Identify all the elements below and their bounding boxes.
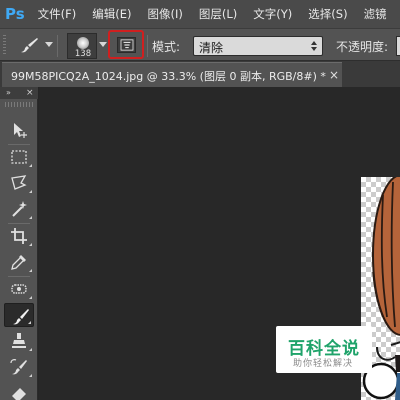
menu-select[interactable]: 选择(S) xyxy=(308,6,347,22)
toolbox-header: » × xyxy=(0,87,38,99)
options-bar-grip[interactable] xyxy=(3,35,6,55)
options-divider xyxy=(57,35,58,57)
crop-tool[interactable] xyxy=(4,224,34,248)
tool-flyout-indicator xyxy=(28,321,31,324)
document-tab-title: 99M58PICQ2A_1024.jpg @ 33.3% (图层 0 副本, R… xyxy=(11,70,326,83)
menu-type[interactable]: 文字(Y) xyxy=(253,6,292,22)
move-tool[interactable] xyxy=(4,118,34,142)
tool-flyout-indicator xyxy=(29,269,32,272)
move-tool-icon xyxy=(14,123,27,138)
menu-layer[interactable]: 图层(L) xyxy=(199,6,237,22)
history-brush-tool[interactable] xyxy=(4,355,34,379)
tool-flyout-indicator xyxy=(29,216,32,219)
eyedropper-tool-icon xyxy=(11,255,26,270)
lasso-tool[interactable] xyxy=(4,171,34,195)
mode-select-value: 清除 xyxy=(199,41,224,55)
magic-wand-tool-icon xyxy=(12,201,27,217)
marquee-tool[interactable] xyxy=(4,145,34,169)
brush-icon xyxy=(21,38,38,53)
marquee-tool-icon xyxy=(11,150,27,164)
tool-flyout-indicator xyxy=(29,190,32,193)
brush-tool-icon xyxy=(13,309,29,325)
select-arrows-icon xyxy=(311,41,317,51)
document-tab-bar: 99M58PICQ2A_1024.jpg @ 33.3% (图层 0 副本, R… xyxy=(0,61,400,87)
tool-preset-picker[interactable] xyxy=(18,36,40,54)
magic-wand-tool[interactable] xyxy=(4,197,34,221)
toolbox: » × xyxy=(0,87,38,400)
mode-select[interactable]: 清除 xyxy=(193,36,323,56)
brush-preset-picker[interactable]: 138 xyxy=(67,33,97,59)
toolbox-grip[interactable] xyxy=(5,102,33,107)
mode-label: 模式: xyxy=(152,40,181,54)
tool-flyout-indicator xyxy=(29,243,32,246)
spot-healing-tool[interactable] xyxy=(4,277,34,301)
photoshop-logo: Ps xyxy=(5,5,25,23)
close-panel-icon[interactable]: × xyxy=(26,87,34,99)
document-tab[interactable]: 99M58PICQ2A_1024.jpg @ 33.3% (图层 0 副本, R… xyxy=(2,62,342,87)
close-tab-icon[interactable]: × xyxy=(329,68,339,82)
collapse-panel-icon[interactable]: » xyxy=(6,87,11,99)
watermark-subtitle: 助你轻松解决 xyxy=(293,359,354,369)
tool-flyout-indicator xyxy=(29,296,32,299)
brush-panel-toggle-button[interactable] xyxy=(108,30,144,59)
brush-panel-icon xyxy=(117,37,136,53)
brush-size-value: 138 xyxy=(74,49,92,59)
clone-stamp-tool-icon xyxy=(12,333,26,348)
tool-flyout-indicator xyxy=(29,348,32,351)
preset-dropdown-arrow-icon[interactable] xyxy=(45,42,53,47)
brush-tip-icon xyxy=(77,37,89,49)
spot-healing-tool-icon xyxy=(11,284,27,294)
menu-bar: Ps 文件(F) 编辑(E) 图像(I) 图层(L) 文字(Y) 选择(S) 滤… xyxy=(0,0,400,28)
options-divider xyxy=(147,35,148,57)
menu-image[interactable]: 图像(I) xyxy=(148,6,183,22)
opacity-input[interactable] xyxy=(396,36,400,56)
brush-tool[interactable] xyxy=(4,303,34,327)
lasso-tool-icon xyxy=(11,175,27,190)
watermark-logo: 百科全说 助你轻松解决 xyxy=(276,326,372,373)
history-brush-tool-icon xyxy=(10,359,27,375)
opacity-label: 不透明度: xyxy=(336,40,389,54)
menu-edit[interactable]: 编辑(E) xyxy=(92,6,131,22)
clone-stamp-tool[interactable] xyxy=(4,329,34,353)
brush-dropdown-arrow-icon[interactable] xyxy=(99,42,107,47)
menu-filter[interactable]: 滤镜 xyxy=(364,6,387,22)
eyedropper-tool[interactable] xyxy=(4,250,34,274)
menu-file[interactable]: 文件(F) xyxy=(38,6,77,22)
tool-flyout-indicator xyxy=(29,374,32,377)
eraser-tool[interactable] xyxy=(4,381,34,400)
crop-tool-icon xyxy=(11,228,27,244)
tool-flyout-indicator xyxy=(29,164,32,167)
eraser-tool-icon xyxy=(12,388,26,400)
